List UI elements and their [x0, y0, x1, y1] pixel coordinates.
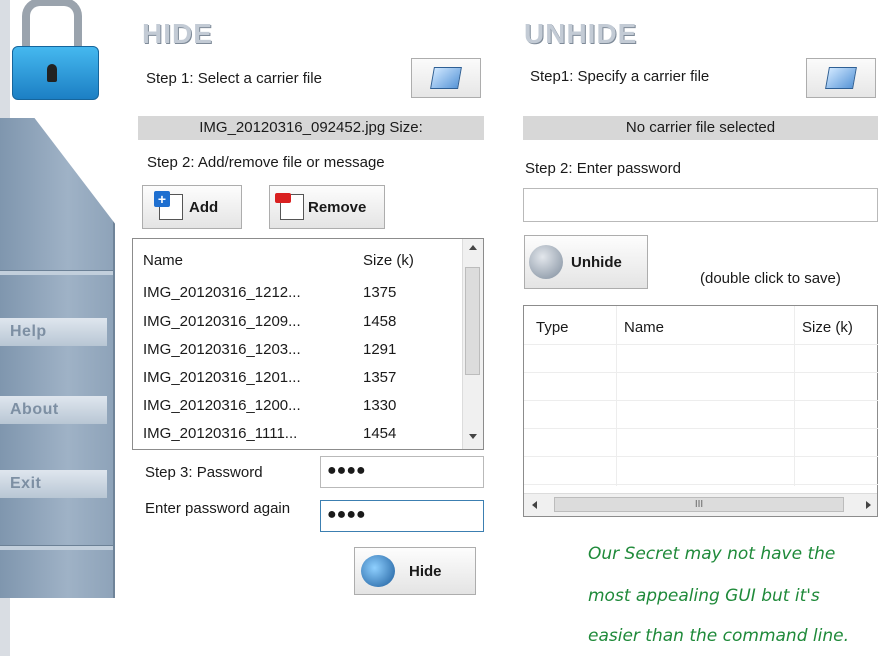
grid-line: [794, 306, 795, 486]
file-size: 1291: [363, 341, 397, 358]
add-button-label: Add: [189, 198, 219, 216]
exit-button[interactable]: Exit: [0, 470, 107, 498]
folder-icon: [825, 67, 857, 89]
remove-button[interactable]: Remove: [269, 185, 385, 229]
list-item[interactable]: IMG_20120316_1203... 1291: [133, 336, 463, 363]
file-size: 1375: [363, 284, 397, 301]
list-item[interactable]: IMG_20120316_1212... 1375: [133, 279, 463, 306]
sidebar: Help About Exit: [0, 0, 126, 656]
hide-carrier-file: IMG_20120316_092452.jpg Size:: [138, 116, 484, 140]
caption-line: Our Secret may not have the: [588, 544, 836, 564]
column-header-name[interactable]: Name: [143, 247, 183, 274]
hide-step1-label: Step 1: Select a carrier file: [146, 70, 322, 87]
column-header-type[interactable]: Type: [536, 314, 569, 341]
unhide-password-input[interactable]: [523, 188, 878, 222]
unhide-button-label: Unhide: [571, 253, 622, 271]
hide-button-label: Hide: [409, 562, 442, 580]
list-header: Name Size (k): [133, 247, 463, 274]
file-name: IMG_20120316_1209...: [143, 313, 301, 330]
file-size: 1454: [363, 425, 397, 442]
unhide-button[interactable]: Unhide: [524, 235, 648, 289]
unhide-file-table[interactable]: Type Name Size (k) III: [523, 305, 878, 517]
column-header-name[interactable]: Name: [624, 314, 664, 341]
file-size: 1357: [363, 369, 397, 386]
add-button[interactable]: + Add: [142, 185, 242, 229]
column-header-size[interactable]: Size (k): [363, 247, 414, 274]
table-horizontal-scrollbar[interactable]: III: [524, 493, 877, 516]
grid-line: [524, 344, 878, 345]
grid-line: [616, 306, 617, 486]
hide-step2-label: Step 2: Add/remove file or message: [147, 154, 385, 171]
scroll-up-icon[interactable]: [469, 245, 477, 250]
hide-heading: HIDE: [142, 18, 213, 49]
help-button[interactable]: Help: [0, 318, 107, 346]
hide-lock-icon: [361, 555, 395, 587]
list-scrollbar[interactable]: [462, 239, 483, 449]
about-button[interactable]: About: [0, 396, 107, 424]
caption-line: most appealing GUI but it's: [588, 586, 820, 606]
file-name: IMG_20120316_1203...: [143, 341, 301, 358]
sidebar-divider: [0, 270, 113, 275]
hide-browse-button[interactable]: [411, 58, 481, 98]
scroll-down-icon[interactable]: [469, 434, 477, 439]
grid-line: [524, 428, 878, 429]
remove-button-label: Remove: [308, 198, 367, 216]
column-header-size[interactable]: Size (k): [802, 314, 853, 341]
sidebar-panel: [0, 118, 115, 598]
list-item[interactable]: IMG_20120316_1200... 1330: [133, 392, 463, 419]
sidebar-divider: [0, 545, 113, 550]
scroll-left-icon[interactable]: [532, 501, 537, 509]
grid-line: [524, 484, 878, 485]
grid-line: [524, 456, 878, 457]
grid-line: [524, 372, 878, 373]
file-name: IMG_20120316_1111...: [143, 425, 298, 442]
scroll-right-icon[interactable]: [866, 501, 871, 509]
list-item[interactable]: IMG_20120316_1209... 1458: [133, 308, 463, 335]
add-file-icon: +: [154, 191, 183, 220]
remove-file-icon: [275, 193, 304, 220]
file-name: IMG_20120316_1201...: [143, 369, 301, 386]
scroll-thumb[interactable]: [465, 267, 480, 375]
hide-button[interactable]: Hide: [354, 547, 476, 595]
unhide-heading: UNHIDE: [524, 18, 638, 49]
keys-icon: [529, 245, 563, 279]
scroll-thumb[interactable]: III: [554, 497, 844, 512]
hide-file-list[interactable]: Name Size (k) IMG_20120316_1212... 1375 …: [132, 238, 484, 450]
step3-password-label: Step 3: Password: [145, 464, 263, 481]
unhide-hint: (double click to save): [700, 270, 841, 287]
caption-line: easier than the command line.: [588, 626, 849, 646]
file-size: 1458: [363, 313, 397, 330]
list-item[interactable]: IMG_20120316_1201... 1357: [133, 364, 463, 391]
unhide-step2-label: Step 2: Enter password: [525, 160, 681, 177]
hide-password-input[interactable]: ●●●●: [320, 456, 484, 488]
unhide-step1-label: Step1: Specify a carrier file: [530, 68, 710, 85]
unhide-browse-button[interactable]: [806, 58, 876, 98]
hide-password-again-input[interactable]: ●●●●: [320, 500, 484, 532]
password-again-label: Enter password again: [145, 500, 291, 517]
grid-line: [524, 400, 878, 401]
unhide-carrier-status: No carrier file selected: [523, 116, 878, 140]
table-header: Type Name Size (k): [524, 314, 877, 341]
file-name: IMG_20120316_1212...: [143, 284, 301, 301]
file-size: 1330: [363, 397, 397, 414]
file-name: IMG_20120316_1200...: [143, 397, 301, 414]
folder-icon: [430, 67, 462, 89]
list-item[interactable]: IMG_20120316_1111... 1454: [133, 420, 463, 447]
